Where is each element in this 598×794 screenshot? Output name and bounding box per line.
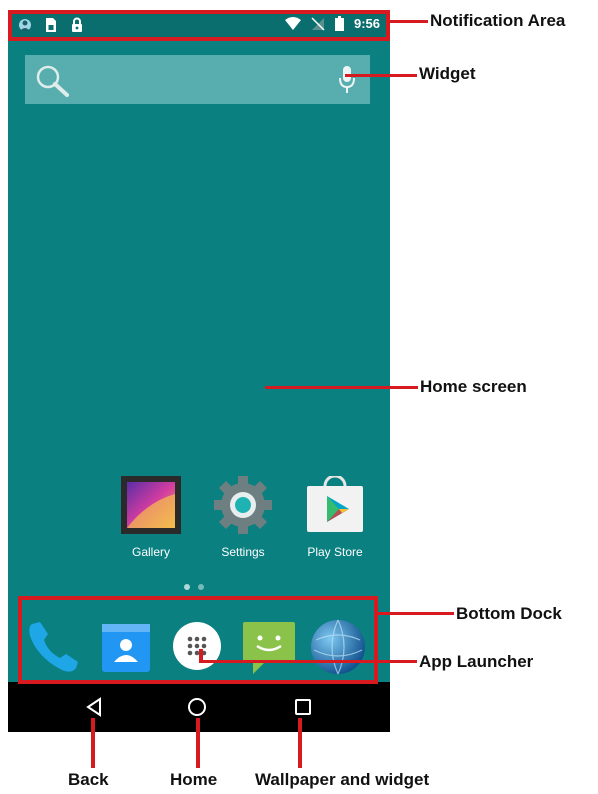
play-store-icon (307, 474, 363, 532)
mic-icon[interactable] (338, 65, 356, 95)
page-dot-active (184, 584, 190, 590)
callout-line (345, 74, 417, 77)
back-icon[interactable] (83, 696, 105, 718)
page-dot (198, 584, 204, 590)
label-widget: Widget (419, 64, 476, 83)
callout-line (91, 718, 95, 768)
app-label: Settings (221, 545, 265, 559)
label-wallpaper-and-widget: Wallpaper and widget (255, 770, 430, 789)
home-app-row: Gallery Settings Play Store (8, 474, 390, 566)
bottom-dock-highlight (18, 596, 378, 684)
label-app-launcher: App Launcher (419, 652, 534, 671)
app-label: Gallery (131, 545, 170, 559)
search-icon[interactable] (35, 64, 71, 98)
label-back: Back (68, 770, 109, 789)
page-indicator (184, 584, 204, 590)
app-settings[interactable]: Settings (198, 476, 288, 559)
callout-line (196, 718, 200, 768)
label-notification-area: Notification Area (430, 11, 566, 30)
search-widget[interactable] (25, 55, 370, 104)
app-gallery[interactable]: Gallery (106, 476, 196, 559)
app-label: Play Store (307, 545, 363, 559)
home-icon[interactable] (186, 696, 208, 718)
recents-icon[interactable] (292, 696, 314, 718)
gallery-icon (121, 476, 181, 534)
notification-area-highlight (8, 10, 390, 41)
callout-line (199, 660, 417, 663)
label-home: Home (170, 770, 218, 789)
callout-line (265, 386, 418, 389)
callout-line (378, 612, 454, 615)
label-bottom-dock: Bottom Dock (456, 604, 562, 623)
callout-line (390, 20, 428, 23)
phone-screen: 9:56 Gallery Settings Play Store (8, 10, 390, 682)
app-play-store[interactable]: Play Store (290, 474, 380, 559)
settings-icon (214, 476, 272, 534)
label-home-screen: Home screen (420, 377, 527, 396)
callout-line (298, 718, 302, 768)
